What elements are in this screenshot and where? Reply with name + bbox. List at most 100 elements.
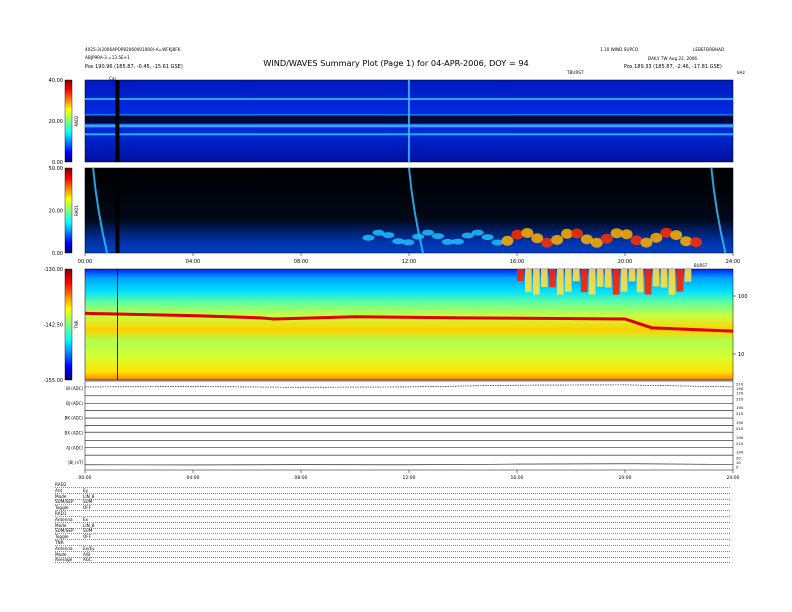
- rad2-burst: [408, 80, 410, 162]
- rad2-colorbar-tick: 40.00: [49, 78, 63, 84]
- tnr-burst-column: [564, 269, 572, 292]
- tnr-burst-column: [596, 269, 604, 287]
- hk-series-label: AJ (ADC): [66, 445, 83, 450]
- rad1-emission-patch: [481, 234, 494, 241]
- hk-right-tick-label: 210: [736, 411, 744, 416]
- tnr-burst-column: [540, 269, 548, 287]
- rad1-x-tick-label: 16:00: [510, 259, 524, 265]
- rad1-emission-patch: [431, 233, 444, 240]
- footer-row-value: Ex/Ey: [83, 545, 95, 551]
- rad1-x-tick-label: 00:00: [78, 259, 92, 265]
- tnr-burst-column: [532, 269, 540, 295]
- hk-right-tick-label: 190: [736, 435, 744, 440]
- rad1-emission-patch: [600, 233, 613, 244]
- rad1-emission-patch: [362, 234, 375, 241]
- hk-right-tick-label: 210: [736, 396, 744, 401]
- hk-series-label: BJ (ADC): [66, 401, 83, 406]
- tnr-right-tick-label: 10: [738, 352, 744, 358]
- hk-x-tick-label: 20:00: [619, 475, 632, 481]
- tnr-burst-column: [676, 269, 684, 292]
- rad2-ylabel: RAD2: [74, 115, 79, 126]
- footer-row-value: Ex: [83, 516, 89, 522]
- rad1-emission-patch: [451, 238, 464, 245]
- tnr-annotation: BURST: [694, 263, 708, 268]
- rad1-ylabel: RAD1: [74, 205, 79, 216]
- rad1-x-tick-label: 20:00: [618, 259, 632, 265]
- hk-right-tick-label: 210: [736, 441, 744, 446]
- footer-row-value: AGC: [83, 557, 92, 563]
- tnr-colorbar-tick: -130.00: [44, 267, 63, 273]
- rad2-colorbar: [64, 79, 73, 163]
- hk-x-tick-label: 08:00: [295, 475, 308, 481]
- hk-panel: [84, 380, 734, 397]
- footer-row-label: Mode: [55, 493, 67, 499]
- tnr-burst-column: [548, 269, 556, 288]
- hk-series-label: BK (ADC): [65, 416, 84, 421]
- tnr-burst-column: [684, 269, 692, 282]
- footer-row-label: Antenna: [55, 545, 73, 551]
- hk-right-tick-label: 210: [736, 426, 744, 431]
- rad1-emission-patch: [422, 229, 435, 236]
- tnr-burst-column: [580, 269, 588, 293]
- tnr-burst-column: [660, 269, 668, 288]
- rad1-emission-patch: [620, 229, 633, 240]
- tnr-burst-column: [572, 269, 580, 282]
- rad1-emission-patch: [402, 239, 415, 246]
- hk-panel: [84, 454, 734, 471]
- tnr-ylabel: TNR: [74, 320, 79, 329]
- rad1-emission-patch: [471, 229, 484, 236]
- tnr-burst-column: [636, 269, 644, 293]
- footer-row-label: Mode: [55, 551, 67, 557]
- hk-x-tick-label: 12:00: [403, 475, 416, 481]
- tnr-colorbar-tick: -142.50: [44, 323, 63, 329]
- footer-row-value: SUM: [83, 528, 93, 534]
- footer-row: Average AGC: [55, 557, 730, 564]
- tnr-burst-column: [517, 269, 524, 281]
- footer-row-label: Ant: [55, 487, 63, 493]
- footer-row-value: OFF: [83, 505, 92, 511]
- tnr-burst-column: [668, 269, 676, 295]
- hk-x-tick-label: 00:00: [79, 475, 92, 481]
- rad1-colorbar-tick: 50.00: [49, 166, 63, 172]
- rad1-colorbar: [64, 167, 73, 254]
- rad1-emission-patch: [670, 230, 683, 241]
- rad2-colorbar-tick: 20.00: [49, 119, 63, 125]
- rad1-x-tick-label: 12:00: [402, 259, 416, 265]
- footer-row-value: OFF: [83, 534, 92, 540]
- tnr-colorbar-tick: -155.00: [44, 378, 63, 384]
- hk-x-tick-label: 04:00: [187, 475, 200, 481]
- hk-right-tick-label: 190: [736, 405, 744, 410]
- hk-series-label: |B| (nT): [68, 460, 83, 465]
- footer-row-value: LIN_8: [83, 493, 95, 499]
- rad1-emission-patch: [521, 227, 534, 238]
- footer-row-label: Antenna: [55, 516, 73, 522]
- footer-row-label: Toggle: [55, 505, 69, 511]
- footer-row-label: SUM/SEP: [55, 499, 74, 505]
- footer-row-label: Toggle: [55, 534, 69, 540]
- hk-panel: [84, 425, 734, 441]
- tnr-panel: [84, 268, 734, 381]
- footer-row-label: Mode: [55, 522, 67, 528]
- hk-x-tick-label: 16:00: [511, 475, 524, 481]
- hk-right-tick-label: 170: [736, 390, 744, 395]
- tnr-colorbar: [64, 268, 73, 381]
- tnr-burst-column: [652, 269, 660, 287]
- hk-right-tick-label: 190: [736, 450, 744, 455]
- tnr-right-tick-label: 100: [738, 294, 748, 300]
- tnr-burst-column: [620, 269, 628, 292]
- rad1-emission-patch: [392, 238, 405, 245]
- rad1-x-tick-label: 08:00: [294, 259, 308, 265]
- rad1-data-gap: [115, 168, 120, 253]
- rad1-x-tick-label: 04:00: [186, 259, 200, 265]
- footer-row-value: SUM: [83, 499, 93, 505]
- footer-row-label: RAD2: [55, 482, 67, 487]
- rad1-colorbar-tick: 0.00: [52, 251, 63, 257]
- footer-row-label: Average: [55, 557, 73, 563]
- hk-right-tick-label: 0: [736, 465, 739, 470]
- tnr-burst-column: [644, 269, 652, 295]
- tnr-burst-column: [588, 269, 596, 295]
- footer-row-value: LIN_8: [83, 522, 95, 528]
- rad1-emission-patch: [382, 232, 395, 239]
- rad1-emission-patch: [551, 234, 564, 245]
- hk-series-label: BX (ADC): [65, 430, 84, 435]
